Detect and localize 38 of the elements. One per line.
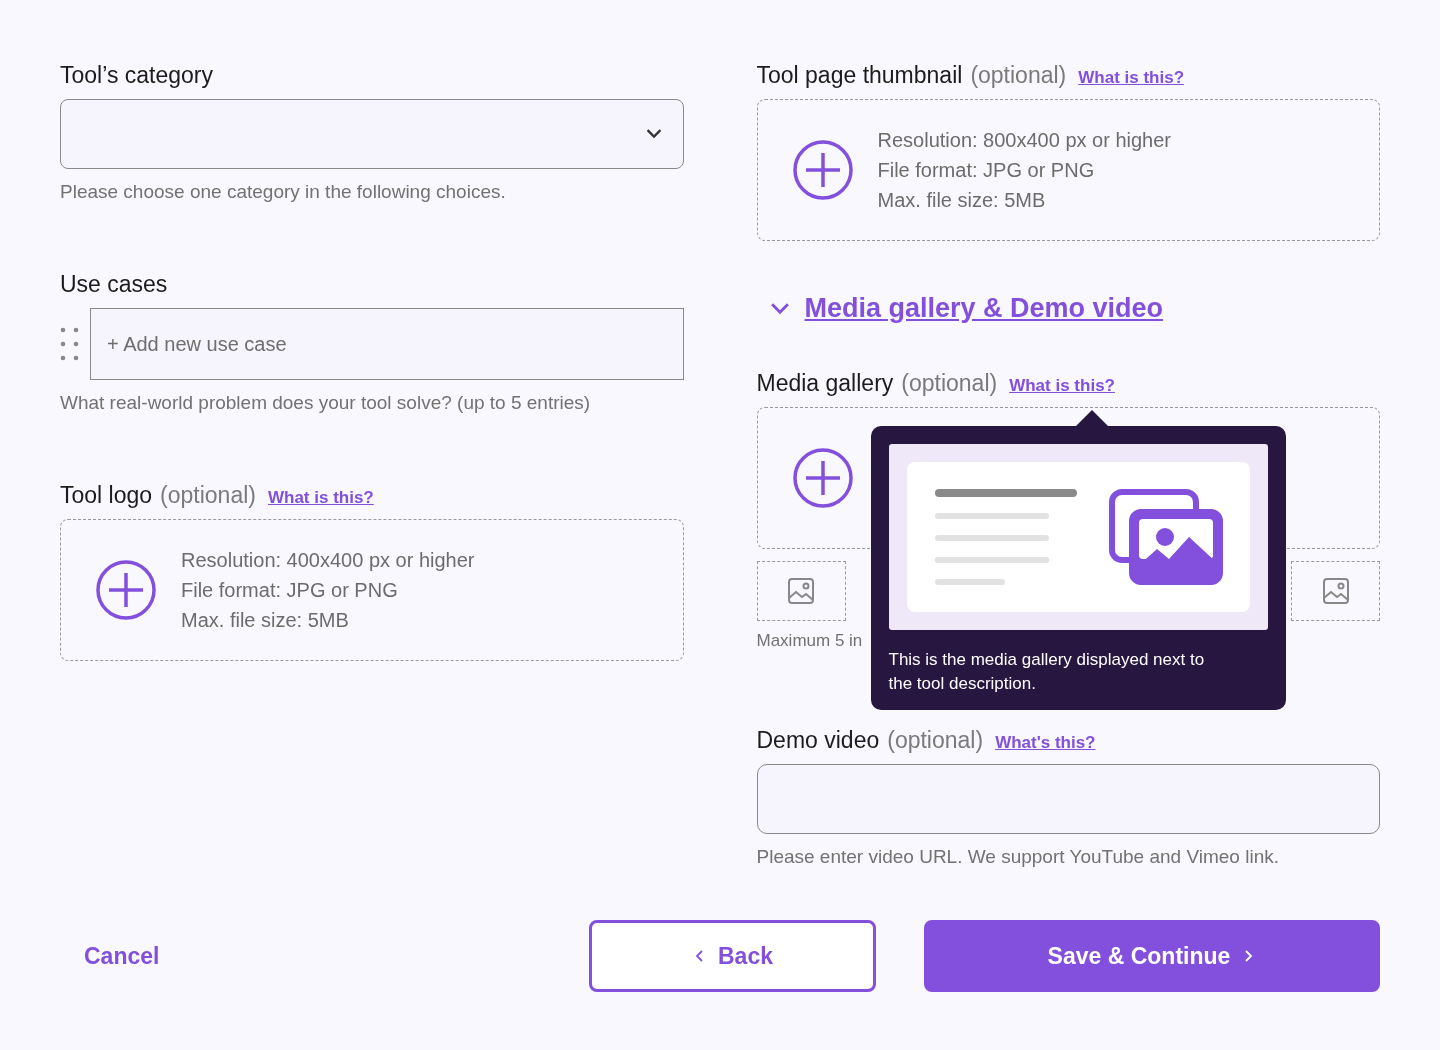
image-icon [1321, 577, 1350, 605]
video-url-input[interactable] [756, 764, 1380, 834]
cancel-button[interactable]: Cancel [60, 942, 184, 970]
help-text: Maximum 5 in [756, 631, 864, 651]
field-label: Media gallery [756, 370, 894, 397]
field-label: Use cases [60, 271, 168, 298]
help-text: What real-world problem does your tool solve? (up to 5 entries) [60, 392, 592, 414]
save-continue-button[interactable]: Save & Continue [924, 920, 1380, 992]
optional-label: (optional) [160, 482, 256, 509]
optional-label: (optional) [901, 370, 998, 397]
back-button[interactable]: Back [589, 920, 876, 992]
optional-label: (optional) [970, 62, 1067, 89]
tooltip-text: This is the media gallery displayed next to the tool description. [888, 649, 1206, 695]
drag-handle-icon[interactable] [60, 327, 80, 361]
upload-dropzone[interactable]: Resolution: 800x400 px or higher File format: JPG or PNG Max. file size: 5MB [756, 99, 1380, 241]
category-select[interactable] [60, 99, 684, 169]
help-link[interactable]: What is this? [267, 488, 374, 508]
optional-label: (optional) [887, 727, 984, 754]
add-icon[interactable] [791, 447, 854, 509]
image-slot[interactable] [1291, 561, 1380, 621]
field-label: Demo video [756, 727, 880, 754]
help-link[interactable]: What is this? [1009, 376, 1115, 396]
accordion-header[interactable]: Media gallery & Demo video [756, 293, 1164, 324]
image-slot[interactable] [756, 561, 846, 621]
help-text: Please choose one category in the following choices. [60, 181, 507, 203]
image-icon [787, 577, 815, 605]
upload-dropzone[interactable]: Resolution: 400x400 px or higher File format: JPG or PNG Max. file size: 5MB [60, 519, 684, 661]
help-link[interactable]: What is this? [1078, 68, 1185, 88]
field-label: Tool logo [60, 482, 153, 509]
field-label: Tool’s category [60, 62, 213, 89]
help-text: Please enter video URL. We support YouTube and Vimeo link. [756, 846, 1280, 868]
use-case-input[interactable]: + Add new use case [90, 308, 684, 380]
field-label: Tool page thumbnail [756, 62, 963, 89]
requirements-text: Resolution: 800x400 px or higher File format: JPG or PNG Max. file size: 5MB [877, 128, 1172, 213]
add-icon[interactable] [791, 139, 854, 201]
requirements-text: Resolution: 400x400 px or higher File format: JPG or PNG Max. file size: 5MB [181, 548, 475, 633]
help-link[interactable]: What's this? [995, 733, 1096, 753]
add-icon[interactable] [95, 559, 157, 621]
